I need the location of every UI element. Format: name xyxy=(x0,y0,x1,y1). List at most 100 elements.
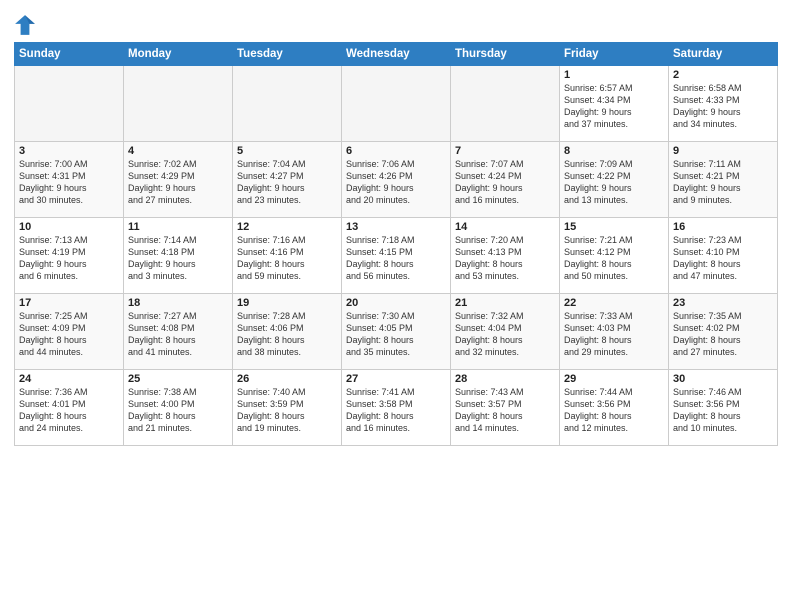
calendar-cell: 15Sunrise: 7:21 AM Sunset: 4:12 PM Dayli… xyxy=(560,218,669,294)
day-number: 19 xyxy=(237,297,337,309)
calendar-cell: 13Sunrise: 7:18 AM Sunset: 4:15 PM Dayli… xyxy=(342,218,451,294)
calendar-cell: 23Sunrise: 7:35 AM Sunset: 4:02 PM Dayli… xyxy=(669,294,778,370)
day-info: Sunrise: 7:30 AM Sunset: 4:05 PM Dayligh… xyxy=(346,310,446,359)
calendar-table: SundayMondayTuesdayWednesdayThursdayFrid… xyxy=(14,42,778,446)
day-number: 5 xyxy=(237,145,337,157)
day-info: Sunrise: 7:32 AM Sunset: 4:04 PM Dayligh… xyxy=(455,310,555,359)
day-number: 9 xyxy=(673,145,773,157)
day-info: Sunrise: 7:16 AM Sunset: 4:16 PM Dayligh… xyxy=(237,234,337,283)
calendar-cell: 20Sunrise: 7:30 AM Sunset: 4:05 PM Dayli… xyxy=(342,294,451,370)
calendar-cell: 6Sunrise: 7:06 AM Sunset: 4:26 PM Daylig… xyxy=(342,142,451,218)
day-info: Sunrise: 7:35 AM Sunset: 4:02 PM Dayligh… xyxy=(673,310,773,359)
day-number: 23 xyxy=(673,297,773,309)
day-info: Sunrise: 7:14 AM Sunset: 4:18 PM Dayligh… xyxy=(128,234,228,283)
day-number: 16 xyxy=(673,221,773,233)
day-number: 11 xyxy=(128,221,228,233)
calendar-cell: 18Sunrise: 7:27 AM Sunset: 4:08 PM Dayli… xyxy=(124,294,233,370)
week-row-3: 10Sunrise: 7:13 AM Sunset: 4:19 PM Dayli… xyxy=(15,218,778,294)
day-number: 27 xyxy=(346,373,446,385)
day-number: 1 xyxy=(564,69,664,81)
day-number: 25 xyxy=(128,373,228,385)
calendar-cell: 11Sunrise: 7:14 AM Sunset: 4:18 PM Dayli… xyxy=(124,218,233,294)
day-number: 17 xyxy=(19,297,119,309)
day-number: 4 xyxy=(128,145,228,157)
col-header-sunday: Sunday xyxy=(15,43,124,66)
day-number: 15 xyxy=(564,221,664,233)
day-info: Sunrise: 7:18 AM Sunset: 4:15 PM Dayligh… xyxy=(346,234,446,283)
day-info: Sunrise: 7:04 AM Sunset: 4:27 PM Dayligh… xyxy=(237,158,337,207)
day-info: Sunrise: 7:27 AM Sunset: 4:08 PM Dayligh… xyxy=(128,310,228,359)
day-number: 18 xyxy=(128,297,228,309)
day-number: 7 xyxy=(455,145,555,157)
day-info: Sunrise: 7:23 AM Sunset: 4:10 PM Dayligh… xyxy=(673,234,773,283)
calendar-cell: 7Sunrise: 7:07 AM Sunset: 4:24 PM Daylig… xyxy=(451,142,560,218)
day-info: Sunrise: 6:58 AM Sunset: 4:33 PM Dayligh… xyxy=(673,82,773,131)
calendar-cell: 1Sunrise: 6:57 AM Sunset: 4:34 PM Daylig… xyxy=(560,66,669,142)
day-number: 10 xyxy=(19,221,119,233)
day-number: 28 xyxy=(455,373,555,385)
day-number: 30 xyxy=(673,373,773,385)
col-header-tuesday: Tuesday xyxy=(233,43,342,66)
day-number: 14 xyxy=(455,221,555,233)
day-info: Sunrise: 7:13 AM Sunset: 4:19 PM Dayligh… xyxy=(19,234,119,283)
calendar-cell xyxy=(451,66,560,142)
day-info: Sunrise: 7:33 AM Sunset: 4:03 PM Dayligh… xyxy=(564,310,664,359)
calendar-cell: 14Sunrise: 7:20 AM Sunset: 4:13 PM Dayli… xyxy=(451,218,560,294)
calendar-cell: 30Sunrise: 7:46 AM Sunset: 3:56 PM Dayli… xyxy=(669,370,778,446)
logo-icon xyxy=(14,14,36,36)
day-info: Sunrise: 7:38 AM Sunset: 4:00 PM Dayligh… xyxy=(128,386,228,435)
calendar-cell: 5Sunrise: 7:04 AM Sunset: 4:27 PM Daylig… xyxy=(233,142,342,218)
day-info: Sunrise: 6:57 AM Sunset: 4:34 PM Dayligh… xyxy=(564,82,664,131)
calendar-cell: 25Sunrise: 7:38 AM Sunset: 4:00 PM Dayli… xyxy=(124,370,233,446)
day-info: Sunrise: 7:25 AM Sunset: 4:09 PM Dayligh… xyxy=(19,310,119,359)
calendar-cell: 12Sunrise: 7:16 AM Sunset: 4:16 PM Dayli… xyxy=(233,218,342,294)
day-info: Sunrise: 7:20 AM Sunset: 4:13 PM Dayligh… xyxy=(455,234,555,283)
col-header-thursday: Thursday xyxy=(451,43,560,66)
calendar-cell: 17Sunrise: 7:25 AM Sunset: 4:09 PM Dayli… xyxy=(15,294,124,370)
calendar-header-row: SundayMondayTuesdayWednesdayThursdayFrid… xyxy=(15,43,778,66)
day-number: 12 xyxy=(237,221,337,233)
day-number: 13 xyxy=(346,221,446,233)
day-info: Sunrise: 7:06 AM Sunset: 4:26 PM Dayligh… xyxy=(346,158,446,207)
calendar-cell: 9Sunrise: 7:11 AM Sunset: 4:21 PM Daylig… xyxy=(669,142,778,218)
calendar-cell: 19Sunrise: 7:28 AM Sunset: 4:06 PM Dayli… xyxy=(233,294,342,370)
calendar-cell xyxy=(15,66,124,142)
day-info: Sunrise: 7:40 AM Sunset: 3:59 PM Dayligh… xyxy=(237,386,337,435)
week-row-5: 24Sunrise: 7:36 AM Sunset: 4:01 PM Dayli… xyxy=(15,370,778,446)
day-info: Sunrise: 7:46 AM Sunset: 3:56 PM Dayligh… xyxy=(673,386,773,435)
calendar-cell: 4Sunrise: 7:02 AM Sunset: 4:29 PM Daylig… xyxy=(124,142,233,218)
day-number: 26 xyxy=(237,373,337,385)
week-row-1: 1Sunrise: 6:57 AM Sunset: 4:34 PM Daylig… xyxy=(15,66,778,142)
week-row-4: 17Sunrise: 7:25 AM Sunset: 4:09 PM Dayli… xyxy=(15,294,778,370)
week-row-2: 3Sunrise: 7:00 AM Sunset: 4:31 PM Daylig… xyxy=(15,142,778,218)
calendar-cell: 22Sunrise: 7:33 AM Sunset: 4:03 PM Dayli… xyxy=(560,294,669,370)
calendar-cell: 28Sunrise: 7:43 AM Sunset: 3:57 PM Dayli… xyxy=(451,370,560,446)
day-number: 8 xyxy=(564,145,664,157)
day-info: Sunrise: 7:09 AM Sunset: 4:22 PM Dayligh… xyxy=(564,158,664,207)
day-info: Sunrise: 7:02 AM Sunset: 4:29 PM Dayligh… xyxy=(128,158,228,207)
header xyxy=(14,10,778,36)
day-info: Sunrise: 7:43 AM Sunset: 3:57 PM Dayligh… xyxy=(455,386,555,435)
calendar-cell: 27Sunrise: 7:41 AM Sunset: 3:58 PM Dayli… xyxy=(342,370,451,446)
calendar-cell: 2Sunrise: 6:58 AM Sunset: 4:33 PM Daylig… xyxy=(669,66,778,142)
day-info: Sunrise: 7:41 AM Sunset: 3:58 PM Dayligh… xyxy=(346,386,446,435)
day-info: Sunrise: 7:36 AM Sunset: 4:01 PM Dayligh… xyxy=(19,386,119,435)
day-number: 29 xyxy=(564,373,664,385)
day-number: 3 xyxy=(19,145,119,157)
calendar-cell: 10Sunrise: 7:13 AM Sunset: 4:19 PM Dayli… xyxy=(15,218,124,294)
day-number: 6 xyxy=(346,145,446,157)
calendar-cell: 24Sunrise: 7:36 AM Sunset: 4:01 PM Dayli… xyxy=(15,370,124,446)
logo xyxy=(14,14,38,36)
calendar-cell xyxy=(233,66,342,142)
day-info: Sunrise: 7:44 AM Sunset: 3:56 PM Dayligh… xyxy=(564,386,664,435)
col-header-saturday: Saturday xyxy=(669,43,778,66)
calendar-cell: 21Sunrise: 7:32 AM Sunset: 4:04 PM Dayli… xyxy=(451,294,560,370)
col-header-monday: Monday xyxy=(124,43,233,66)
day-number: 21 xyxy=(455,297,555,309)
day-number: 22 xyxy=(564,297,664,309)
calendar-cell xyxy=(342,66,451,142)
day-info: Sunrise: 7:07 AM Sunset: 4:24 PM Dayligh… xyxy=(455,158,555,207)
calendar-cell: 16Sunrise: 7:23 AM Sunset: 4:10 PM Dayli… xyxy=(669,218,778,294)
day-number: 2 xyxy=(673,69,773,81)
day-info: Sunrise: 7:28 AM Sunset: 4:06 PM Dayligh… xyxy=(237,310,337,359)
